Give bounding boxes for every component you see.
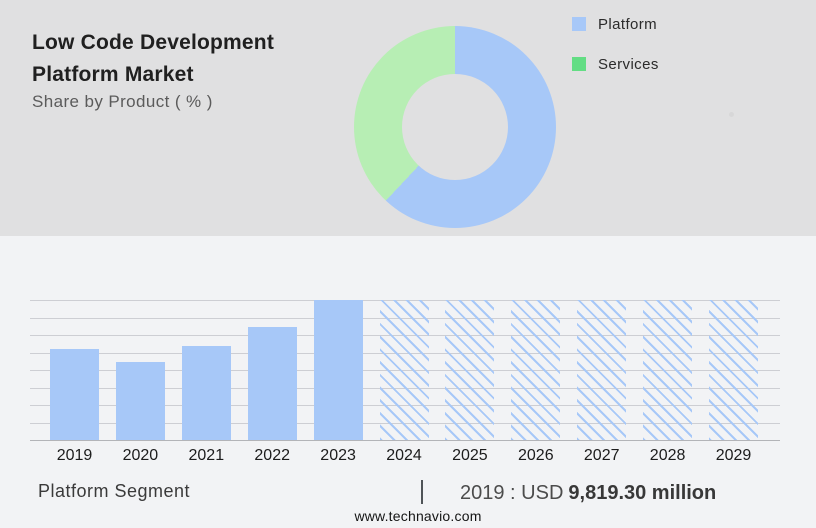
donut-hole	[402, 74, 508, 180]
x-axis-label-2019: 2019	[56, 447, 93, 464]
bar-2022	[247, 326, 297, 440]
infographic-canvas: Low Code Development Platform Market Sha…	[0, 0, 816, 528]
bar-2029	[709, 300, 758, 440]
bar-2020	[115, 361, 165, 440]
bar-2025	[445, 300, 495, 440]
legend-label: Services	[598, 55, 659, 73]
segment-label: Platform Segment	[38, 481, 191, 501]
website-url: www.technavio.com	[354, 508, 482, 524]
x-axis-label-2026: 2026	[518, 447, 554, 464]
x-axis-label-2023: 2023	[320, 447, 356, 464]
background-speck	[729, 112, 734, 117]
legend-label: Platform	[598, 15, 658, 33]
known-value-line: 2019 : USD 9,819.30 million	[460, 482, 716, 505]
x-axis-label-2028: 2028	[649, 447, 686, 464]
x-axis-label-2025: 2025	[452, 447, 488, 464]
bar-2026	[511, 300, 561, 440]
x-axis-label-2021: 2021	[188, 447, 225, 464]
x-axis-label-2024: 2024	[386, 447, 422, 464]
bar-2021	[181, 346, 231, 440]
x-axis-line	[30, 440, 780, 441]
x-axis-label-2027: 2027	[583, 447, 620, 464]
legend-item-platform: Platform	[572, 13, 657, 35]
bar-2028	[643, 300, 693, 440]
page-title: Low Code Development Platform Market	[32, 27, 274, 91]
x-axis-label-2022: 2022	[254, 447, 290, 464]
bar-chart-panel: 2019 2020 2021 2022 2023 2024 2025 2026 2027 2028…	[0, 236, 816, 528]
page-title-line1: Low Code Development	[32, 31, 275, 54]
page-title-line2: Platform Market	[32, 63, 194, 86]
x-axis-label-2029: 2029	[715, 447, 752, 464]
known-value-prefix: 2019 : USD	[460, 482, 564, 504]
legend-swatch-platform	[572, 17, 586, 31]
page-subtitle: Share by Product ( % )	[32, 92, 213, 111]
header-panel: Low Code Development Platform Market Sha…	[0, 0, 816, 236]
legend-item-services: Services	[572, 53, 659, 75]
separator-bar	[421, 480, 423, 504]
bar-2027	[577, 300, 627, 440]
legend-swatch-services	[572, 57, 586, 71]
bar-2019	[50, 349, 99, 440]
known-value-bold: 9,819.30 million	[568, 482, 717, 504]
x-axis-label-2020: 2020	[122, 447, 159, 464]
bar-2023	[313, 300, 363, 440]
donut-chart	[354, 26, 556, 228]
bar-2024	[379, 300, 429, 440]
